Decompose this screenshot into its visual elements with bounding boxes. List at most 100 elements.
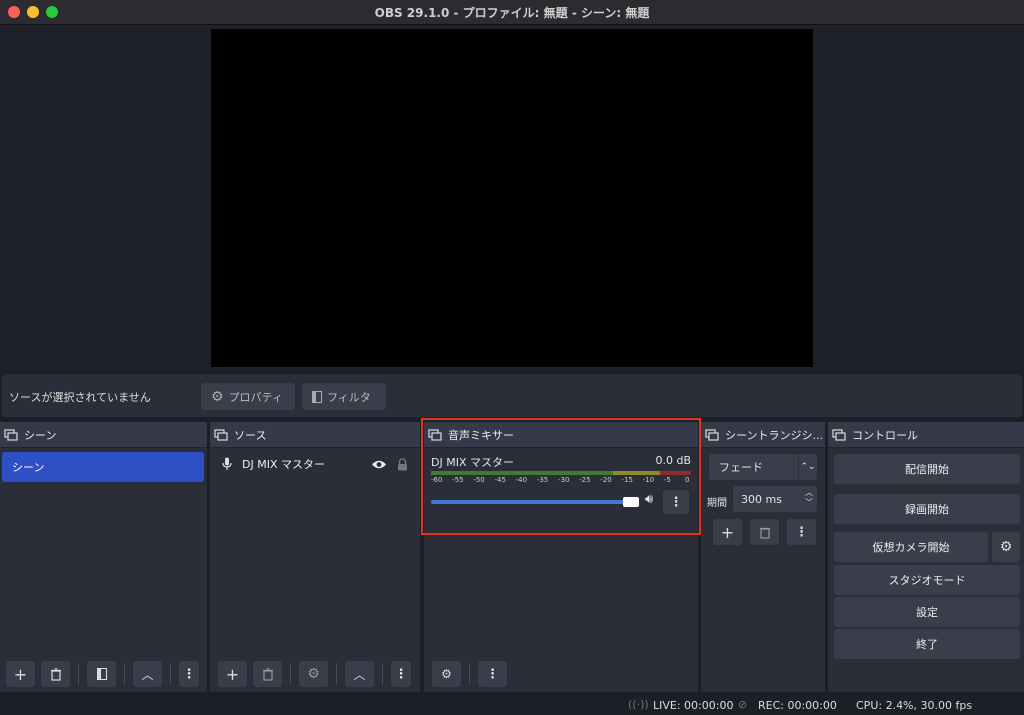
move-source-up-button[interactable]: ︿ [345, 661, 374, 687]
scene-list-item[interactable]: シーン [2, 452, 204, 482]
transitions-dock-header: シーントランジシ... [701, 422, 825, 448]
rec-time: REC: 00:00:00 [758, 699, 837, 712]
microphone-icon [222, 457, 232, 470]
add-transition-button[interactable]: + [713, 519, 742, 545]
add-scene-button[interactable]: + [6, 661, 35, 687]
meter-scale-tick: -50 [473, 476, 485, 484]
start-virtual-camera-button[interactable]: 仮想カメラ開始 [834, 532, 988, 562]
start-streaming-button[interactable]: 配信開始 [834, 454, 1020, 484]
sources-toolbar: + ⚙ ︿ ⋮ [210, 656, 428, 692]
kebab-menu-icon: ⋮ [486, 666, 499, 682]
mixer-toolbar: ⚙ ⋮ [424, 656, 706, 692]
spin-arrows-icon[interactable]: ︿ ﹀ [805, 488, 813, 508]
plus-icon: + [720, 522, 735, 542]
toolbar-separator [124, 663, 125, 685]
gear-icon: ⚙ [999, 539, 1013, 555]
scene-more-button[interactable]: ⋮ [179, 661, 199, 687]
duration-value: 300 ms [741, 492, 782, 506]
toolbar-separator [336, 663, 337, 685]
lock-icon[interactable] [397, 457, 408, 471]
dock-float-icon[interactable] [703, 428, 721, 442]
dock-float-icon[interactable] [212, 428, 230, 442]
toolbar-separator [170, 663, 171, 685]
start-recording-button[interactable]: 録画開始 [834, 494, 1020, 524]
remove-source-button[interactable] [253, 661, 282, 687]
meter-scale: -60 -55 -50 -45 -40 -35 -30 -25 -20 -15 -10 -5 0 [431, 476, 691, 486]
meter-scale-tick: -25 [579, 476, 591, 484]
meter-scale-tick: 0 [685, 476, 690, 484]
toolbar-separator [290, 663, 291, 685]
kebab-menu-icon: ⋮ [394, 666, 408, 682]
meter-scale-tick: -55 [452, 476, 464, 484]
volume-handle[interactable] [623, 497, 639, 507]
meter-scale-tick: -20 [600, 476, 612, 484]
filters-label: フィルタ [327, 390, 371, 404]
chevron-up-icon: ︿ [353, 667, 366, 682]
settings-button[interactable]: 設定 [834, 597, 1020, 627]
meter-scale-tick: -60 [431, 476, 443, 484]
transition-select[interactable]: フェード ⌃⌄ [709, 454, 817, 480]
mixer-more-button[interactable]: ⋮ [478, 661, 507, 687]
source-more-button[interactable]: ⋮ [391, 661, 411, 687]
kebab-menu-icon: ⋮ [795, 524, 808, 540]
toolbar-separator [469, 663, 470, 685]
remove-transition-button[interactable] [750, 519, 779, 545]
meter-scale-tick: -30 [558, 476, 570, 484]
gear-icon: ⚙ [211, 388, 224, 405]
properties-button[interactable]: ⚙ プロパティ [201, 383, 295, 410]
exit-button[interactable]: 終了 [834, 629, 1020, 659]
plus-icon: + [13, 664, 28, 684]
window-title: OBS 29.1.0 - プロファイル: 無題 - シーン: 無題 [374, 6, 650, 20]
scenes-dock-header: シーン [0, 422, 207, 448]
studio-mode-button[interactable]: スタジオモード [834, 565, 1020, 595]
scenes-title: シーン [24, 428, 57, 442]
add-source-button[interactable]: + [218, 661, 247, 687]
dock-float-icon[interactable] [2, 428, 20, 442]
duration-spinbox[interactable]: 300 ms ︿ ﹀ [733, 486, 817, 512]
broadcast-icon: ((·)) [628, 698, 649, 711]
visibility-eye-icon[interactable] [371, 459, 387, 470]
updown-chevron-icon: ⌃⌄ [798, 454, 817, 480]
trash-icon [262, 667, 273, 681]
level-meter [431, 471, 691, 475]
meter-scale-tick: -45 [494, 476, 506, 484]
transition-value: フェード [719, 461, 763, 474]
trash-icon [759, 527, 770, 539]
sources-dock-header: ソース [210, 422, 420, 448]
meter-scale-tick: -5 [663, 476, 671, 484]
source-properties-button[interactable]: ⚙ [299, 661, 328, 687]
volume-slider[interactable] [431, 497, 639, 507]
live-time: LIVE: 00:00:00 [653, 699, 734, 712]
move-scene-up-button[interactable]: ︿ [133, 661, 162, 687]
mixer-channel: DJ MIX マスター 0.0 dB -60 -55 -50 -45 -40 -35 -30… [431, 454, 691, 514]
filter-icon [96, 668, 107, 680]
advanced-audio-button[interactable]: ⚙ [432, 661, 461, 687]
controls-title: コントロール [852, 428, 918, 442]
dock-float-icon[interactable] [426, 428, 444, 442]
source-list-item[interactable]: DJ MIX マスター [222, 456, 408, 472]
meter-scale-tick: -35 [536, 476, 549, 484]
virtual-camera-settings-button[interactable]: ⚙ [992, 532, 1020, 562]
toolbar-separator [382, 663, 383, 685]
preview-canvas[interactable] [211, 29, 813, 367]
record-disabled-icon: ⊘ [738, 698, 748, 711]
scene-item-label: シーン [12, 461, 45, 474]
plus-icon: + [225, 664, 240, 684]
volume-fill [431, 500, 629, 504]
speaker-icon[interactable]: 🔊︎ [645, 492, 653, 507]
scene-filters-button[interactable] [87, 661, 116, 687]
no-source-selected-label: ソースが選択されていません [9, 391, 151, 404]
remove-scene-button[interactable] [41, 661, 70, 687]
filters-button[interactable]: フィルタ [302, 383, 386, 410]
channel-menu-button[interactable]: ⋮ [663, 490, 689, 514]
sources-title: ソース [234, 428, 267, 442]
kebab-menu-icon: ⋮ [669, 494, 683, 510]
transition-more-button[interactable]: ⋮ [787, 519, 816, 545]
transitions-title: シーントランジシ... [725, 428, 823, 442]
gears-icon: ⚙ [441, 667, 452, 681]
status-bar: ((·)) LIVE: 00:00:00 ⊘ REC: 00:00:00 CPU… [0, 694, 1024, 715]
transition-buttons: + ⋮ [713, 519, 816, 545]
dock-float-icon[interactable] [830, 428, 848, 442]
channel-name: DJ MIX マスター [431, 456, 514, 469]
title-bar: OBS 29.1.0 - プロファイル: 無題 - シーン: 無題 [0, 0, 1024, 25]
